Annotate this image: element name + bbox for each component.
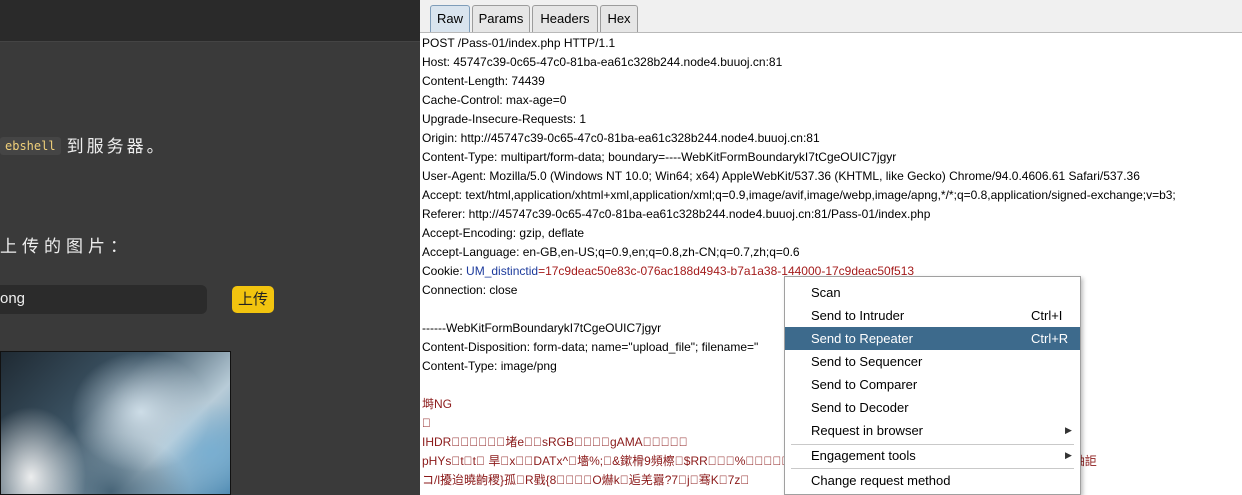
tab-params[interactable]: Params xyxy=(472,5,530,32)
menu-item-label: Send to Repeater xyxy=(811,331,913,346)
cookie-prefix: Cookie: xyxy=(422,264,467,278)
menu-item-label: Send to Intruder xyxy=(811,308,905,323)
header-accept-language: Accept-Language: en-GB,en-US;q=0.9,en;q=… xyxy=(422,245,800,259)
menu-item-request-in-browser[interactable]: Request in browser ▶ xyxy=(785,419,1080,442)
menu-item-label: Engagement tools xyxy=(811,448,916,463)
menu-item-engagement-tools[interactable]: Engagement tools ▶ xyxy=(785,444,1080,467)
header-origin: Origin: http://45747c39-0c65-47c0-81ba-e… xyxy=(422,131,820,145)
menu-item-shortcut: Ctrl+I xyxy=(1031,308,1063,323)
header-host: Host: 45747c39-0c65-47c0-81ba-ea61c328b2… xyxy=(422,55,783,69)
code-snippet: ebshell xyxy=(0,137,61,155)
header-user-agent: User-Agent: Mozilla/5.0 (Windows NT 10.0… xyxy=(422,169,1140,183)
menu-item-change-request-method[interactable]: Change request method xyxy=(785,469,1080,492)
menu-item-scan[interactable]: Scan xyxy=(785,281,1080,304)
upload-prompt: 上传的图片： xyxy=(0,237,132,257)
tab-raw[interactable]: Raw xyxy=(430,5,470,32)
menu-item-label: Request in browser xyxy=(811,423,923,438)
menu-item-send-to-intruder[interactable]: Send to Intruder Ctrl+I xyxy=(785,304,1080,327)
menu-item-label: Send to Comparer xyxy=(811,377,918,392)
menu-item-label: Change request method xyxy=(811,473,951,488)
header-content-type: Content-Type: multipart/form-data; bound… xyxy=(422,150,897,164)
menu-item-send-to-comparer[interactable]: Send to Comparer xyxy=(785,373,1080,396)
menu-item-label: Send to Decoder xyxy=(811,400,909,415)
upload-button[interactable]: 上传 xyxy=(232,286,274,313)
header-accept-encoding: Accept-Encoding: gzip, deflate xyxy=(422,226,585,240)
tab-hex[interactable]: Hex xyxy=(600,5,638,32)
web-page-panel: ebshell 到服务器。 上传的图片： ong 上传 xyxy=(0,0,420,495)
menu-item-label: Send to Sequencer xyxy=(811,354,923,369)
menu-item-shortcut: Ctrl+R xyxy=(1031,331,1069,346)
file-input[interactable]: ong xyxy=(0,285,207,314)
menu-item-send-to-repeater[interactable]: Send to Repeater Ctrl+R xyxy=(785,327,1080,350)
cookie-name: UM_distinctid xyxy=(466,264,539,278)
page-top-bar xyxy=(0,0,420,42)
header-accept: Accept: text/html,application/xhtml+xml,… xyxy=(422,188,1176,202)
message-tabs: Raw Params Headers Hex xyxy=(420,0,1242,33)
header-cache-control: Cache-Control: max-age=0 xyxy=(422,93,567,107)
image-preview xyxy=(0,351,231,495)
header-content-length: Content-Length: 74439 xyxy=(422,74,545,88)
header-referer: Referer: http://45747c39-0c65-47c0-81ba-… xyxy=(422,207,931,221)
header-upgrade-insecure: Upgrade-Insecure-Requests: 1 xyxy=(422,112,587,126)
menu-item-send-to-sequencer[interactable]: Send to Sequencer xyxy=(785,350,1080,373)
tab-headers[interactable]: Headers xyxy=(532,5,598,32)
submenu-arrow-icon: ▶ xyxy=(1065,450,1072,460)
request-line: POST /Pass-01/index.php HTTP/1.1 xyxy=(422,36,616,50)
menu-item-send-to-decoder[interactable]: Send to Decoder xyxy=(785,396,1080,419)
menu-item-label: Scan xyxy=(811,285,841,300)
submenu-arrow-icon: ▶ xyxy=(1065,425,1072,435)
instruction-tail: 到服务器。 xyxy=(66,137,167,157)
instruction-text: ebshell 到服务器。 xyxy=(0,132,167,157)
context-menu: Scan Send to Intruder Ctrl+I Send to Repe… xyxy=(784,276,1081,495)
